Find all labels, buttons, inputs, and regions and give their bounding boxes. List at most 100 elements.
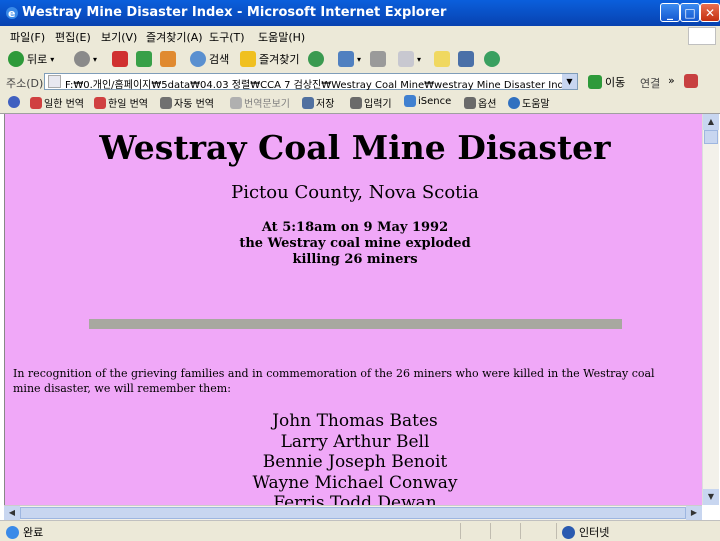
menu-file[interactable]: 파일(F) [10,29,45,45]
translation-toolbar: 일한 번역 한일 번역 자동 번역 번역문보기 저장 입력기 iSence 옵션… [0,92,720,114]
document-icon [230,96,242,109]
page-title: Westray Coal Mine Disaster [99,128,611,167]
translator-icon [8,96,20,108]
event-line: killing 26 miners [292,252,418,267]
translate-icon [94,96,106,109]
history-button[interactable] [308,49,324,69]
research-button[interactable] [458,49,474,69]
windows-logo-icon [688,27,716,45]
discuss-button[interactable] [434,49,450,69]
link-label: 번역문보기 [244,99,290,110]
messenger-button[interactable] [484,49,500,69]
page-content: Westray Coal Mine Disaster Pictou County… [4,114,703,505]
page-icon [48,75,61,88]
link-input[interactable]: 입력기 [350,95,392,110]
vertical-scrollbar[interactable]: ▲ ▼ [702,114,719,505]
isence-icon [404,95,416,107]
search-icon [190,51,206,67]
favorites-button[interactable]: 즐겨찾기 [240,49,299,69]
link-label: 저장 [316,99,335,110]
menu-bar: 파일(F) 편집(E) 보기(V) 즐겨찾기(A) 도구(T) 도움말(H) [0,26,720,47]
note-icon [434,51,450,67]
search-button[interactable]: 검색 [190,49,229,69]
menu-help[interactable]: 도움말(H) [258,29,305,45]
print-icon [370,51,386,67]
link-label: 자동 번역 [174,99,214,110]
stop-button[interactable] [112,49,128,69]
edit-button[interactable]: ▾ [398,49,421,69]
print-button[interactable] [370,49,386,69]
link-save[interactable]: 저장 [302,95,334,110]
minimize-button[interactable]: _ [660,3,680,22]
maximize-button[interactable]: □ [680,3,700,22]
scroll-down-button[interactable]: ▼ [703,489,719,505]
miner-name: Bennie Joseph Benoit [262,452,448,472]
home-icon [160,51,176,67]
status-bar: 완료 인터넷 [0,520,720,541]
zone-text: 인터넷 [579,526,610,539]
star-icon [240,51,256,67]
link-label: 입력기 [364,99,392,110]
event-line: the Westray coal mine exploded [239,236,471,251]
keyboard-icon [350,96,362,109]
link-options[interactable]: 옵션 [464,95,496,110]
horizontal-scrollbar[interactable]: ◀ ▶ [4,505,702,520]
link-auto-translate[interactable]: 자동 번역 [160,95,214,110]
page-subtitle: Pictou County, Nova Scotia [231,182,479,203]
links-label[interactable]: 연결 [640,75,660,91]
title-bar: e Westray Mine Disaster Index - Microsof… [0,0,720,26]
status-zone: 인터넷 [562,524,609,540]
tools-icon [464,96,476,109]
menu-tools[interactable]: 도구(T) [209,29,245,45]
scroll-up-button[interactable]: ▲ [703,114,719,130]
search-label: 검색 [209,53,230,66]
link-kr-jp[interactable]: 한일 번역 [94,95,148,110]
miner-names-list: John Thomas Bates Larry Arthur Bell Benn… [5,411,703,505]
miner-name: Larry Arthur Bell [280,431,430,452]
chevron-down-icon: ▾ [357,54,362,64]
divider [89,319,622,329]
divider [556,523,557,539]
menu-favorites[interactable]: 즐겨찾기(A) [146,29,203,45]
close-button[interactable]: ✕ [700,3,720,22]
go-button[interactable]: 이동 [588,74,625,90]
link-jp-kr[interactable]: 일한 번역 [30,95,84,110]
go-arrow-icon [588,75,602,89]
menu-edit[interactable]: 편집(E) [55,29,91,45]
scroll-right-button[interactable]: ▶ [686,506,702,520]
address-value: F:₩0.개인/홈페이지₩5data₩04.03 정렬₩CCA 7 검상진₩We… [65,80,565,91]
edit-icon [398,51,414,67]
translate-icon [30,96,42,109]
status-text: 완료 [23,526,44,539]
forward-button[interactable]: ▾ [74,49,97,69]
history-icon [308,51,324,67]
address-input[interactable]: F:₩0.개인/홈페이지₩5data₩04.03 정렬₩CCA 7 검상진₩We… [44,73,578,91]
chevron-down-icon[interactable]: ▼ [562,74,577,89]
link-help[interactable]: 도움말 [508,95,550,110]
link-label: 일한 번역 [44,99,84,110]
recognition-text: In recognition of the grieving families … [13,367,655,395]
scroll-thumb[interactable] [704,130,718,144]
refresh-button[interactable] [136,49,152,69]
link-isence[interactable]: iSence [404,95,451,107]
home-button[interactable] [160,49,176,69]
addon-icon[interactable] [684,74,698,88]
status-left: 완료 [6,524,43,540]
go-label: 이동 [605,76,626,89]
menu-view[interactable]: 보기(V) [101,29,137,45]
link-label: 한일 번역 [108,99,148,110]
refresh-icon [136,51,152,67]
back-label: 뒤로 [27,53,48,66]
address-label: 주소(D) [6,77,44,90]
back-arrow-icon [8,51,24,67]
research-icon [458,51,474,67]
divider [460,523,461,539]
miner-name: Ferris Todd Dewan [273,493,437,505]
back-button[interactable]: 뒤로 ▾ [8,49,54,69]
link-view-translation[interactable]: 번역문보기 [230,95,290,110]
chevron-right-icon[interactable]: » [668,74,675,87]
scroll-thumb[interactable] [20,507,686,519]
mail-button[interactable]: ▾ [338,49,361,69]
chevron-down-icon: ▾ [417,54,422,64]
scroll-left-button[interactable]: ◀ [4,506,20,520]
